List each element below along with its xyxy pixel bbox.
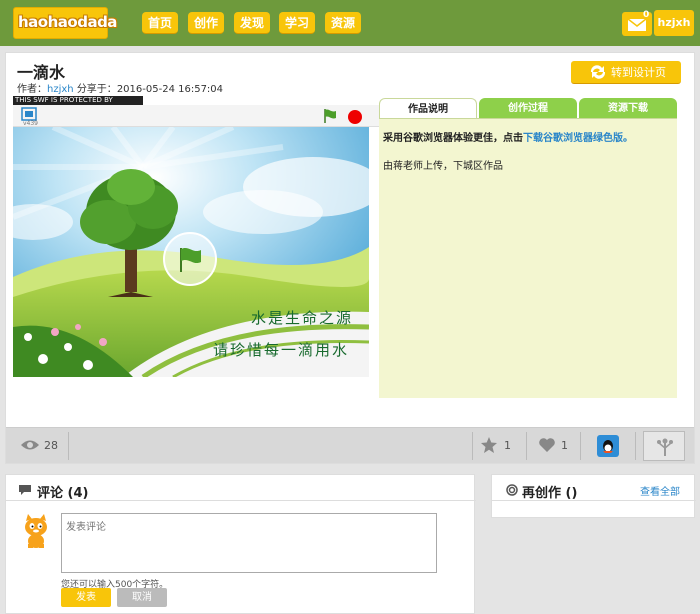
tree-icon	[657, 438, 673, 456]
spiral-icon	[506, 484, 518, 496]
green-flag-icon[interactable]	[323, 108, 337, 124]
remix-panel: 再创作 () 查看全部	[491, 474, 696, 518]
comments-panel: 评论 (4) 您还可以输入500个字符。 发表 取消	[5, 474, 476, 614]
star-count: 1	[504, 439, 511, 452]
player-toolbar: v439	[13, 105, 379, 127]
scratch-cat-avatar	[25, 514, 47, 548]
project-player: THIS SWF IS PROTECTED BY v439 水是生命之源 请珍惜…	[13, 96, 379, 402]
download-chrome-link[interactable]: 下载谷歌浏览器绿色版。	[523, 133, 633, 144]
eye-icon	[21, 440, 39, 450]
shared-label: 分享于：	[76, 84, 117, 95]
divider	[472, 432, 473, 460]
swf-protected-banner: THIS SWF IS PROTECTED BY	[13, 96, 143, 105]
nav-create[interactable]: 创作	[188, 12, 224, 34]
stop-sign-icon[interactable]	[348, 110, 362, 124]
heart-icon[interactable]	[538, 437, 556, 453]
refresh-arrows-icon	[590, 65, 606, 79]
go-to-design-label: 转到设计页	[611, 66, 666, 79]
view-all-link[interactable]: 查看全部	[640, 483, 680, 498]
view-count: 28	[44, 439, 58, 452]
fullscreen-icon[interactable]	[21, 107, 37, 121]
tab-description[interactable]: 作品说明	[379, 98, 477, 119]
divider	[492, 500, 696, 501]
mail-count-badge: 0	[643, 10, 650, 20]
player-version: v439	[23, 120, 39, 127]
go-to-design-button[interactable]: 转到设计页	[571, 61, 681, 84]
nav-resources[interactable]: 资源	[325, 12, 361, 34]
browser-tip: 采用谷歌浏览器体验更佳，点击下载谷歌浏览器绿色版。	[383, 129, 633, 144]
divider	[68, 432, 69, 460]
nav-home[interactable]: 首页	[142, 12, 178, 34]
remix-tree-button[interactable]	[643, 431, 685, 461]
divider	[6, 500, 476, 501]
shared-timestamp: 2016-05-24 16:57:04	[116, 84, 224, 95]
tab-panel-description: 采用谷歌浏览器体验更佳，点击下载谷歌浏览器绿色版。 由蒋老师上传，下城区作品	[379, 118, 677, 398]
site-logo[interactable]: haohaodada	[13, 7, 117, 39]
comments-title: 评论 (4)	[37, 486, 89, 501]
remix-title: 再创作 ()	[522, 486, 578, 501]
user-menu[interactable]: hzjxh	[654, 10, 694, 36]
divider	[526, 432, 527, 460]
browser-tip-text: 采用谷歌浏览器体验更佳，点击	[383, 133, 523, 144]
project-card: 一滴水 作者：hzjxh 分享于：2016-05-24 16:57:04 转到设…	[5, 52, 695, 464]
stats-bar: 28 1 1	[6, 427, 694, 463]
green-flag-icon	[180, 247, 201, 272]
send-comment-button[interactable]: 发表	[61, 588, 111, 607]
comment-input[interactable]	[61, 513, 437, 573]
qq-share-icon[interactable]	[597, 435, 619, 457]
like-count: 1	[561, 439, 568, 452]
nav-discover[interactable]: 发现	[234, 12, 270, 34]
divider	[580, 432, 581, 460]
logo-text: haohaodada	[18, 13, 117, 31]
author-link[interactable]: hzjxh	[47, 84, 74, 95]
tab-downloads[interactable]: 资源下载	[579, 98, 677, 119]
comment-bubble-icon	[19, 485, 31, 495]
info-tabs: 作品说明 创作过程 资源下载 采用谷歌浏览器体验更佳，点击下载谷歌浏览器绿色版。…	[379, 96, 677, 398]
stage-caption-line1: 水是生命之源	[251, 309, 354, 327]
nav-learn[interactable]: 学习	[279, 12, 315, 34]
divider	[635, 432, 636, 460]
play-button[interactable]	[163, 232, 217, 286]
cancel-comment-button[interactable]: 取消	[117, 588, 167, 607]
top-nav-bar: haohaodada 首页 创作 发现 学习 资源 0 hzjxh	[0, 0, 700, 46]
project-meta: 作者：hzjxh 分享于：2016-05-24 16:57:04	[17, 80, 223, 95]
project-description: 由蒋老师上传，下城区作品	[383, 161, 503, 172]
tab-process[interactable]: 创作过程	[479, 98, 577, 119]
author-label: 作者：	[17, 84, 47, 95]
stage-caption-line2: 请珍惜每一滴用水	[213, 341, 350, 359]
project-stage[interactable]: 水是生命之源 请珍惜每一滴用水	[13, 127, 369, 377]
star-icon[interactable]	[480, 436, 498, 454]
